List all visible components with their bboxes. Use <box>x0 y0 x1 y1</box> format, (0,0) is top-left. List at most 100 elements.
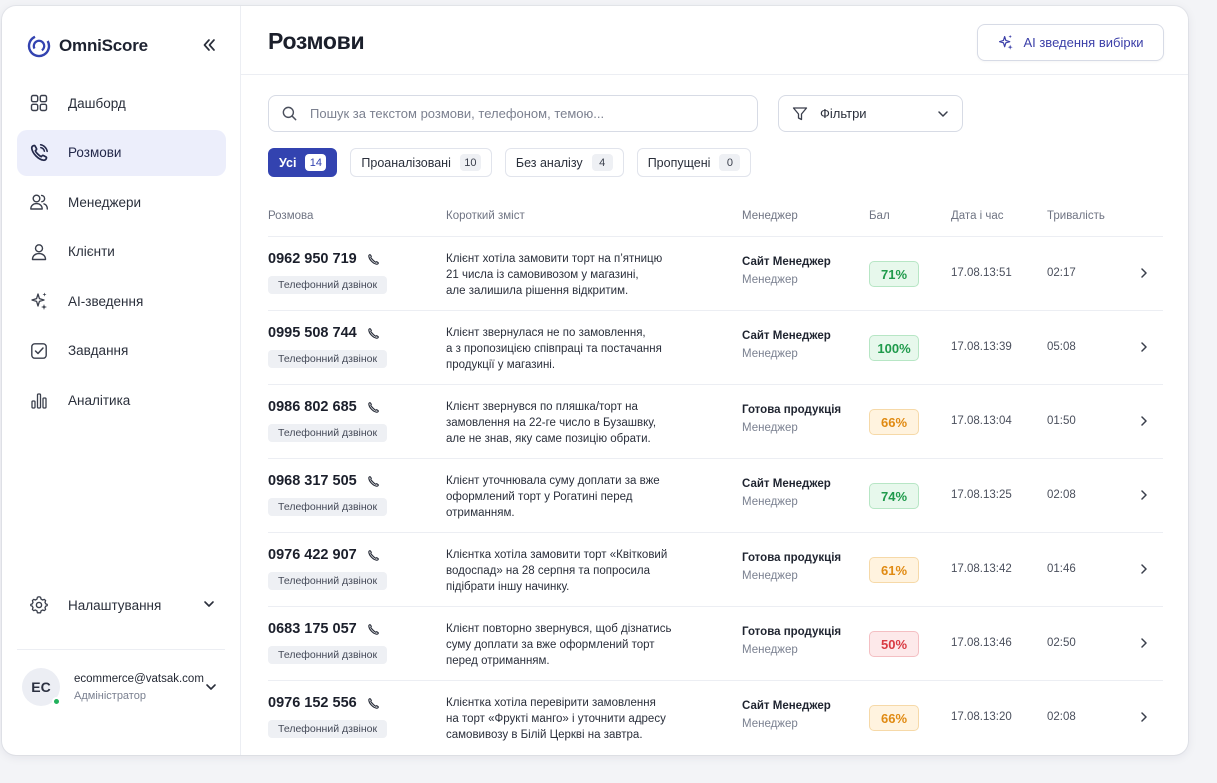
chevron-down-icon <box>938 111 948 117</box>
tab-count-badge: 10 <box>459 154 481 171</box>
score-badge: 100% <box>869 335 919 361</box>
phone-icon <box>367 549 379 561</box>
phone-number: 0995 508 744 <box>268 325 380 341</box>
summary-line: перед отриманням. <box>446 655 550 667</box>
manager-cell: Готова продукція Менеджер <box>742 552 841 582</box>
gear-icon <box>30 596 48 614</box>
ai-summary-button[interactable]: AI зведення вибірки <box>977 24 1164 61</box>
collapse-sidebar-icon[interactable] <box>200 36 218 54</box>
summary-line: Клієнт повторно звернувся, щоб дізнатись <box>446 623 672 635</box>
search-icon <box>282 106 297 121</box>
call-datetime: 17.08.13:20 <box>951 711 1012 723</box>
phone-number-text: 0995 508 744 <box>268 325 357 341</box>
tab-label: Усі <box>279 155 297 170</box>
column-header-call: Розмова <box>268 210 314 222</box>
tab-missed[interactable]: Пропущені 0 <box>636 148 752 177</box>
user-email: ecommerce@vatsak.com <box>74 672 204 685</box>
phone-icon <box>367 401 379 413</box>
sidebar-item-conversations[interactable]: Розмови <box>17 129 226 176</box>
call-duration: 02:17 <box>1047 267 1076 279</box>
sidebar-item-managers[interactable]: Менеджери <box>17 179 226 225</box>
users-icon <box>30 194 48 210</box>
phone-number-text: 0683 175 057 <box>268 621 357 637</box>
score-badge: 66% <box>869 705 919 731</box>
sidebar-item-label: AI-зведення <box>68 293 144 309</box>
call-type-badge: Телефонний дзвінок <box>268 720 388 738</box>
manager-cell: Сайт Менеджер Менеджер <box>742 256 831 286</box>
call-type-badge: Телефонний дзвінок <box>268 572 388 590</box>
chevron-right-icon[interactable] <box>1137 488 1151 502</box>
manager-role: Менеджер <box>742 496 798 508</box>
settings-menu[interactable]: Налаштування <box>17 584 226 626</box>
phone-number: 0968 317 505 <box>268 473 380 489</box>
manager-cell: Готова продукція Менеджер <box>742 404 841 434</box>
sidebar-item-label: Завдання <box>68 343 129 359</box>
status-tabs: Усі 14 Проаналізовані 10 Без аналізу 4 П… <box>268 148 764 177</box>
chevron-right-icon[interactable] <box>1137 562 1151 576</box>
page-title: Розмови <box>268 28 365 54</box>
table-row[interactable]: 0683 175 057 Телефонний дзвінок Клієнт п… <box>268 606 1163 680</box>
manager-role: Менеджер <box>742 348 798 360</box>
table-row[interactable]: 0976 152 556 Телефонний дзвінок Клієнтка… <box>268 680 1163 754</box>
column-header-datetime: Дата і час <box>951 210 1004 222</box>
chevron-right-icon[interactable] <box>1137 710 1151 724</box>
chevron-right-icon[interactable] <box>1137 636 1151 650</box>
manager-role: Менеджер <box>742 570 798 582</box>
manager-name: Готова продукція <box>742 626 842 638</box>
avatar: EC <box>22 668 61 706</box>
table-row[interactable]: 0962 950 719 Телефонний дзвінок Клієнт х… <box>268 236 1163 310</box>
tab-label: Без аналізу <box>515 155 583 170</box>
summary-line: Клієнт звернулася не по замовлення, <box>446 327 646 339</box>
chevron-right-icon[interactable] <box>1137 414 1151 428</box>
summary-line: Клієнт звернувся по пляшка/торт на <box>446 401 638 413</box>
ai-summary-button-label: AI зведення вибірки <box>1023 35 1144 50</box>
summary-line: замовлення на 22-ге число в Бузашвку, <box>446 417 657 429</box>
manager-role: Менеджер <box>742 422 798 434</box>
phone-number-text: 0976 152 556 <box>268 695 357 711</box>
call-summary: Клієнт звернулася не по замовлення, а з … <box>446 325 706 373</box>
table-row[interactable]: 0986 802 685 Телефонний дзвінок Клієнт з… <box>268 384 1163 458</box>
table-row[interactable]: 0968 317 505 Телефонний дзвінок Клієнт у… <box>268 458 1163 532</box>
filters-dropdown[interactable]: Фільтри <box>778 95 963 132</box>
manager-cell: Готова продукція Менеджер <box>742 626 841 656</box>
call-summary: Клієнт уточнювала суму доплати за вже оф… <box>446 473 706 521</box>
tab-count-badge: 4 <box>591 154 613 171</box>
dashboard-icon <box>30 94 48 112</box>
tab-count-badge: 14 <box>305 154 327 171</box>
call-summary: Клієнтка хотіла перевірити замовлення на… <box>446 695 706 743</box>
chevron-right-icon[interactable] <box>1137 340 1151 354</box>
summary-line: на торт «Фрукті манго» і уточнити адресу <box>446 713 666 725</box>
sidebar-item-analytics[interactable]: Аналітика <box>17 378 226 424</box>
brand[interactable]: OmniScore <box>27 34 148 58</box>
summary-line: водоспад» на 28 серпня та попросила <box>446 565 651 577</box>
phone-number: 0962 950 719 <box>268 251 380 267</box>
table-row[interactable]: 0976 422 907 Телефонний дзвінок Клієнтка… <box>268 532 1163 606</box>
summary-line: підібрати іншу начинку. <box>446 581 570 593</box>
sidebar-item-dashboard[interactable]: Дашборд <box>17 80 226 126</box>
tab-not-analyzed[interactable]: Без аналізу 4 <box>504 148 624 177</box>
tab-all[interactable]: Усі 14 <box>268 148 338 177</box>
score-badge: 50% <box>869 631 919 657</box>
call-type-badge: Телефонний дзвінок <box>268 424 388 442</box>
user-menu[interactable]: EC ecommerce@vatsak.com Адміністратор <box>22 666 222 708</box>
chevron-right-icon[interactable] <box>1137 266 1151 280</box>
sidebar-item-clients[interactable]: Клієнти <box>17 229 226 275</box>
manager-cell: Сайт Менеджер Менеджер <box>742 330 831 360</box>
call-duration: 05:08 <box>1047 341 1076 353</box>
phone-icon <box>367 253 379 265</box>
column-header-duration: Тривалість <box>1047 210 1105 222</box>
sidebar-item-label: Розмови <box>68 145 122 161</box>
checkbox-icon <box>31 343 47 359</box>
sidebar-item-tasks[interactable]: Завдання <box>17 328 226 374</box>
search-input[interactable] <box>310 106 740 121</box>
call-duration: 01:46 <box>1047 563 1076 575</box>
summary-line: суму доплати за вже оформлений торт <box>446 639 655 651</box>
chevron-down-icon <box>204 601 214 607</box>
phone-icon <box>367 475 379 487</box>
sidebar-item-ai-summary[interactable]: AI-зведення <box>17 278 226 324</box>
table-row[interactable]: 0995 508 744 Телефонний дзвінок Клієнт з… <box>268 310 1163 384</box>
tab-analyzed[interactable]: Проаналізовані 10 <box>350 148 492 177</box>
sidebar-item-label: Дашборд <box>68 95 126 111</box>
search-box[interactable] <box>268 95 758 132</box>
call-duration: 02:50 <box>1047 637 1076 649</box>
